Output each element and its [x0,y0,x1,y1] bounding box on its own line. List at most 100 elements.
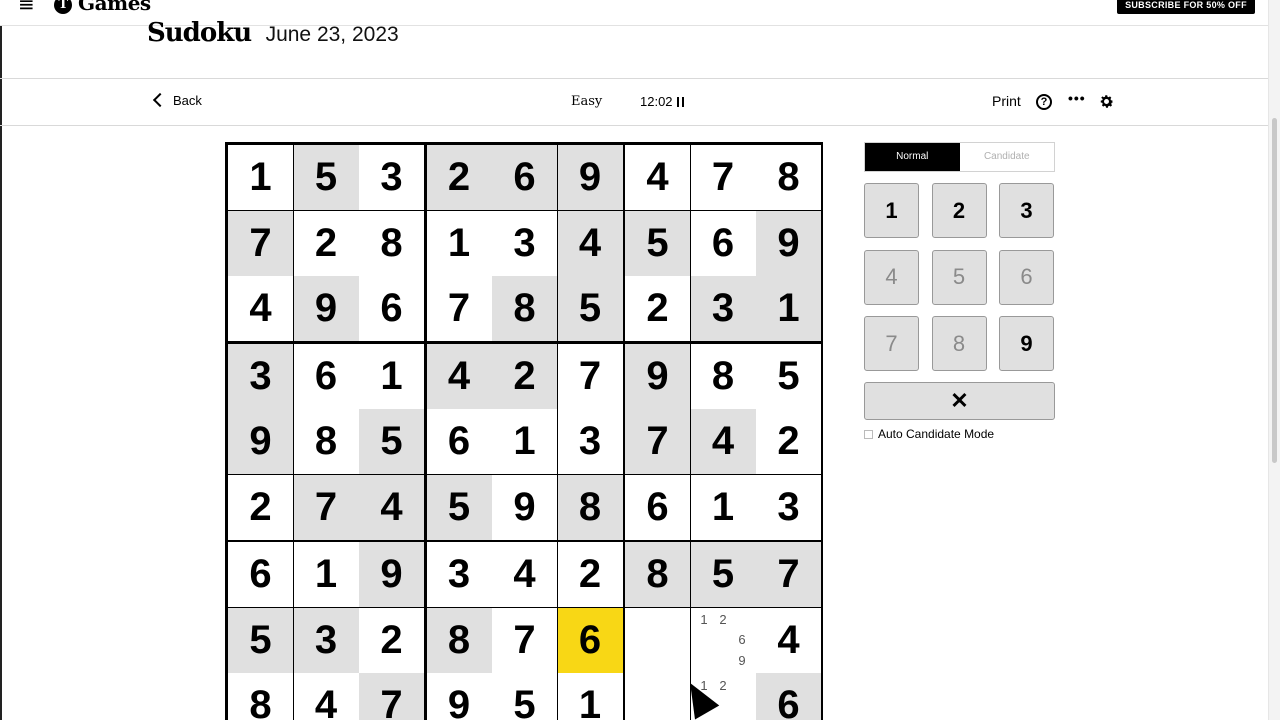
board-cell[interactable]: 6 [492,145,557,210]
timer[interactable]: 12:02 [640,94,684,109]
board-cell[interactable]: 8 [293,409,359,474]
board-cell[interactable]: 6 [228,542,293,607]
number-key-2[interactable]: 2 [931,183,987,238]
board-cell[interactable]: 9 [293,276,359,341]
board-cell[interactable]: 9 [228,409,293,474]
board-cell[interactable]: 5 [557,276,623,341]
board-cell[interactable]: 7 [492,607,557,673]
clear-button[interactable]: ✕ [864,382,1055,420]
board-cell[interactable]: 7 [228,210,293,276]
candidate-mode-button[interactable]: Candidate [959,143,1054,171]
board-cell[interactable]: 7 [557,343,623,409]
board-cell[interactable]: 8 [492,276,557,341]
scrollbar-thumb[interactable] [1272,118,1277,463]
board-cell[interactable]: 9 [756,210,821,276]
board-cell[interactable]: 4 [492,542,557,607]
board-cell[interactable]: 1 [756,276,821,341]
board-cell[interactable]: 9 [625,343,690,409]
board-cell[interactable]: 6 [359,276,424,341]
help-icon[interactable]: ? [1036,94,1052,110]
board-cell[interactable]: 8 [359,210,424,276]
board-cell[interactable]: 5 [756,343,821,409]
board-cell[interactable]: 2 [359,607,424,673]
board-cell[interactable]: 1 [293,542,359,607]
board-cell[interactable]: 2 [492,343,557,409]
board-cell[interactable]: 8 [690,343,756,409]
board-cell[interactable]: 8 [756,145,821,210]
board-cell[interactable]: 4 [359,474,424,540]
board-cell[interactable]: 5 [492,673,557,720]
board-cell[interactable]: 8 [228,673,293,720]
number-key-8[interactable]: 8 [931,316,987,371]
board-cell[interactable]: 126 9 [690,607,756,673]
board-cell[interactable]: 2 [557,542,623,607]
board-cell[interactable] [625,607,690,673]
pause-icon[interactable] [676,97,684,107]
gear-icon[interactable] [1098,93,1115,110]
board-cell[interactable]: 9 [426,673,492,720]
print-button[interactable]: Print [992,93,1021,109]
board-cell[interactable]: 7 [690,145,756,210]
board-cell[interactable]: 8 [625,542,690,607]
board-cell[interactable]: 6 [293,343,359,409]
board-cell[interactable]: 3 [228,343,293,409]
board-cell[interactable]: 3 [492,210,557,276]
board-cell[interactable] [625,673,690,720]
board-cell[interactable]: 3 [756,474,821,540]
number-key-3[interactable]: 3 [999,183,1054,238]
number-key-5[interactable]: 5 [931,249,987,305]
board-cell[interactable]: 2 [426,145,492,210]
board-cell[interactable]: 3 [690,276,756,341]
board-cell[interactable]: 7 [625,409,690,474]
board-cell[interactable]: 4 [756,607,821,673]
board-cell[interactable]: 4 [228,276,293,341]
auto-candidate-toggle[interactable]: Auto Candidate Mode [864,427,994,441]
board-cell[interactable]: 7 [359,673,424,720]
board-cell[interactable]: 7 [293,474,359,540]
board-cell[interactable]: 3 [557,409,623,474]
board-cell[interactable]: 1 [426,210,492,276]
board-cell[interactable]: 4 [293,673,359,720]
board-cell[interactable]: 4 [557,210,623,276]
board-cell[interactable]: 6 [756,673,821,720]
board-cell[interactable]: 5 [426,474,492,540]
number-key-1[interactable]: 1 [864,183,919,238]
board-cell[interactable]: 5 [625,210,690,276]
number-key-4[interactable]: 4 [864,249,919,305]
board-cell[interactable]: 3 [426,542,492,607]
board-cell[interactable]: 1 [228,145,293,210]
board-cell[interactable]: 4 [426,343,492,409]
board-cell[interactable]: 4 [625,145,690,210]
checkbox[interactable] [864,429,873,439]
board-cell[interactable]: 8 [557,474,623,540]
board-cell[interactable]: 8 [426,607,492,673]
board-cell[interactable]: 6 [557,607,623,673]
more-options-icon[interactable]: ••• [1068,90,1086,106]
board-cell[interactable]: 1 [359,343,424,409]
board-cell[interactable]: 7 [756,542,821,607]
board-cell[interactable]: 9 [557,145,623,210]
board-cell[interactable]: 9 [492,474,557,540]
board-cell[interactable]: 6 [426,409,492,474]
board-cell[interactable]: 2 [625,276,690,341]
number-key-9[interactable]: 9 [999,316,1054,371]
board-cell[interactable]: 9 [359,542,424,607]
board-cell[interactable]: 2 [293,210,359,276]
board-cell[interactable]: 1 [557,673,623,720]
board-cell[interactable]: 2 [756,409,821,474]
board-cell[interactable]: 6 [690,210,756,276]
board-cell[interactable]: 5 [228,607,293,673]
board-cell[interactable]: 4 [690,409,756,474]
board-cell[interactable]: 1 [492,409,557,474]
board-cell[interactable]: 6 [625,474,690,540]
board-cell[interactable]: 7 [426,276,492,341]
board-cell[interactable]: 2 [228,474,293,540]
subscribe-button[interactable]: SUBSCRIBE FOR 50% OFF [1117,0,1255,14]
board-cell[interactable]: 3 [359,145,424,210]
normal-mode-button[interactable]: Normal [865,143,960,171]
number-key-6[interactable]: 6 [999,249,1054,305]
board-cell[interactable]: 1 [690,474,756,540]
board-cell[interactable]: 5 [293,145,359,210]
board-cell[interactable]: 5 [359,409,424,474]
board-cell[interactable]: 3 [293,607,359,673]
